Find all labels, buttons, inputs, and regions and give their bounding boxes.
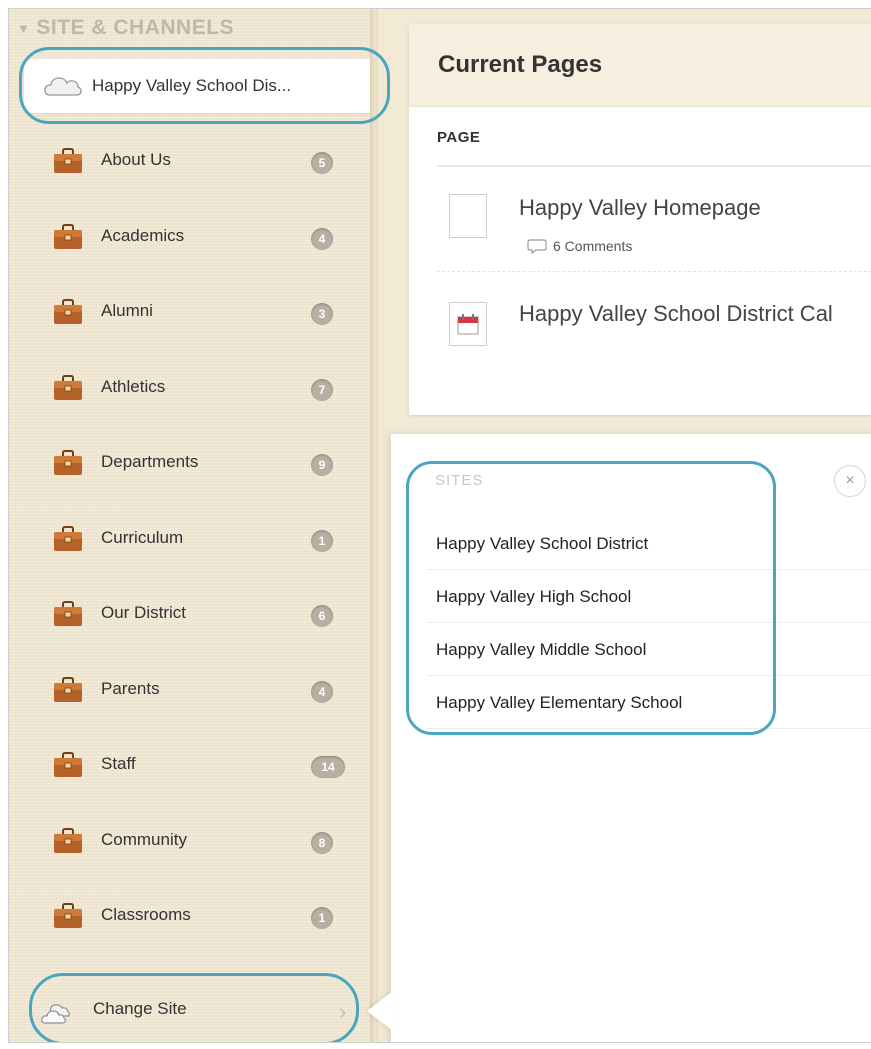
page-thumbnail (449, 194, 487, 238)
page-title[interactable]: Happy Valley Homepage (519, 195, 761, 221)
page-comments[interactable]: 6 Comments (527, 237, 632, 255)
channel-item[interactable]: Alumni 3 (9, 275, 370, 345)
channel-item[interactable]: Curriculum 1 (9, 502, 370, 572)
site-option[interactable]: Happy Valley School District (427, 518, 871, 570)
sidebar-divider (370, 9, 378, 1042)
current-site-label: Happy Valley School Dis... (92, 76, 292, 95)
panel-title: Current Pages (438, 51, 603, 78)
briefcase-icon (54, 374, 82, 400)
chevron-right-icon: › (339, 999, 347, 1024)
clouds-icon (41, 1004, 70, 1024)
channel-count-badge: 6 (311, 605, 333, 627)
current-site-item[interactable]: Happy Valley School Dis... (24, 59, 387, 113)
section-title: SITE & CHANNELS (36, 16, 235, 39)
briefcase-icon (54, 223, 82, 249)
app-frame: ▼ SITE & CHANNELS Happy Valley School Di… (8, 8, 871, 1043)
briefcase-icon (54, 676, 82, 702)
calendar-icon (457, 314, 479, 335)
briefcase-icon (54, 903, 82, 928)
site-option[interactable]: Happy Valley Middle School (427, 624, 871, 676)
channel-count-badge: 4 (311, 680, 333, 703)
channel-label: Classrooms (101, 905, 191, 924)
channel-label: About Us (101, 150, 171, 169)
change-site-button[interactable]: Change Site › (29, 977, 359, 1042)
channel-count-badge: 5 (311, 152, 333, 174)
briefcase-icon (54, 827, 82, 853)
comment-bubble-icon (527, 239, 547, 255)
channel-item[interactable]: Athletics 7 (9, 351, 370, 421)
channel-count-badge: 3 (311, 303, 333, 325)
channel-item[interactable]: Our District 6 (9, 577, 370, 647)
channel-count-badge: 1 (311, 529, 333, 552)
cloud-icon (44, 77, 82, 96)
collapse-triangle-icon[interactable]: ▼ (17, 21, 30, 36)
page-title[interactable]: Happy Valley School District Cal (519, 301, 833, 327)
channel-item[interactable]: Classrooms 1 (9, 879, 370, 949)
channel-count-badge: 7 (311, 378, 333, 401)
briefcase-icon (54, 525, 82, 551)
row-divider (437, 271, 871, 272)
channel-item[interactable]: Parents 4 (9, 653, 370, 723)
panel-header: Current Pages (409, 24, 871, 107)
briefcase-icon (54, 752, 82, 777)
change-site-label: Change Site (93, 999, 187, 1018)
channel-count-badge: 14 (311, 756, 345, 778)
close-button[interactable]: × (834, 465, 866, 497)
site-option[interactable]: Happy Valley Elementary School (427, 677, 871, 729)
briefcase-icon (54, 148, 82, 173)
channel-count-badge: 4 (311, 227, 333, 250)
sidebar: ▼ SITE & CHANNELS Happy Valley School Di… (9, 9, 387, 1042)
channel-label: Staff (101, 754, 136, 773)
channel-label: Academics (101, 225, 185, 245)
channel-label: Departments (101, 452, 199, 471)
channel-label: Athletics (101, 376, 166, 396)
briefcase-icon (54, 450, 82, 475)
sites-popover: SITES × Happy Valley School District Happ… (391, 434, 871, 1042)
section-header[interactable]: ▼ SITE & CHANNELS (17, 15, 234, 41)
channel-count-badge: 8 (311, 831, 333, 854)
comments-count-label: 6 Comments (553, 238, 633, 254)
sites-heading: SITES (435, 472, 484, 489)
channel-label: Our District (101, 603, 186, 622)
channel-count-badge: 9 (311, 454, 333, 476)
channel-item[interactable]: Staff 14 (9, 728, 370, 798)
channel-item[interactable]: Departments 9 (9, 426, 370, 496)
column-header-page[interactable]: PAGE (437, 129, 871, 146)
channel-item[interactable]: Academics 4 (9, 200, 370, 270)
channel-label: Parents (101, 678, 160, 698)
column-divider (437, 165, 871, 167)
close-icon: × (845, 472, 855, 489)
briefcase-icon (54, 299, 82, 324)
page-thumbnail (449, 302, 487, 346)
current-pages-panel: Current Pages PAGE Happy Valley Homepage… (409, 24, 871, 415)
site-option[interactable]: Happy Valley High School (427, 571, 871, 623)
channel-label: Curriculum (101, 527, 184, 547)
channel-item[interactable]: Community 8 (9, 804, 370, 874)
channel-item[interactable]: About Us 5 (9, 124, 370, 194)
channel-count-badge: 1 (311, 907, 333, 929)
briefcase-icon (54, 601, 82, 626)
popover-pointer (367, 991, 393, 1031)
channel-label: Community (101, 829, 187, 849)
channel-label: Alumni (101, 301, 153, 320)
